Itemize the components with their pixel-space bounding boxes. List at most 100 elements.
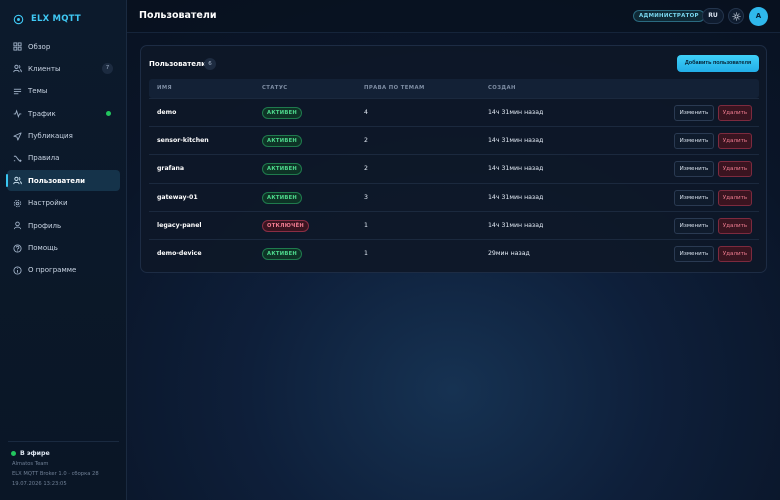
delete-user-button[interactable]: Удалить — [718, 189, 752, 206]
users-table: ИМЯ СТАТУС ПРАВА ПО ТЕМАМ СОЗДАН demo АК… — [149, 79, 759, 267]
gear-icon — [13, 199, 22, 207]
logo-icon — [13, 14, 24, 24]
theme-toggle-button[interactable] — [728, 8, 744, 24]
table-row: sensor-kitchen АКТИВЕН 2 14ч 31мин назад… — [149, 126, 759, 154]
brand[interactable]: ELX MQTT — [0, 0, 126, 38]
traffic-live-dot — [106, 111, 111, 117]
table-header: ИМЯ СТАТУС ПРАВА ПО ТЕМАМ СОЗДАН — [149, 79, 759, 98]
topbar: Пользователи АДМИНИСТРАТОР RU A — [127, 0, 780, 33]
table-row: demo-device АКТИВЕН 1 29мин назад Измени… — [149, 238, 759, 267]
sidebar-item-about[interactable]: О программе — [7, 260, 120, 281]
footer-team: Almatos Team — [12, 461, 49, 467]
grid-icon — [13, 42, 22, 51]
sidebar-item-label: Пользователи — [28, 176, 86, 185]
clients-count-badge: 7 — [102, 63, 113, 75]
created-time: 14ч 31мин назад — [488, 221, 544, 229]
user-icon — [13, 221, 22, 230]
delete-user-button[interactable]: Удалить — [718, 245, 752, 262]
sidebar-item-label: Публикация — [28, 132, 73, 141]
delete-user-button[interactable]: Удалить — [718, 161, 752, 178]
delete-user-button[interactable]: Удалить — [718, 105, 752, 121]
edit-user-button[interactable]: Изменить — [674, 161, 714, 178]
table-row: demo АКТИВЕН 4 14ч 31мин назад Изменить … — [149, 98, 759, 126]
created-time: 14ч 31мин назад — [488, 137, 544, 145]
delete-user-button[interactable]: Удалить — [718, 217, 752, 234]
brand-name: ELX MQTT — [31, 14, 81, 24]
edit-user-button[interactable]: Изменить — [674, 189, 714, 206]
created-time: 14ч 31мин назад — [488, 109, 544, 116]
sidebar-item-traffic[interactable]: Трафик — [7, 103, 120, 124]
topic-permissions-count: 4 — [364, 109, 368, 116]
send-icon — [13, 132, 22, 141]
users-card: Пользователи 6 Добавить пользователя ИМЯ… — [140, 45, 767, 273]
status-badge: АКТИВЕН — [262, 191, 303, 204]
list-icon — [13, 88, 22, 94]
user-name: gateway-01 — [157, 193, 198, 201]
column-header-created: СОЗДАН — [488, 85, 516, 91]
avatar[interactable]: A — [749, 7, 768, 26]
user-name: demo — [157, 109, 177, 116]
user-name: legacy-panel — [157, 221, 202, 229]
sidebar: ELX MQTT Обзор Клиенты 7 Темы Трафик Пуб… — [0, 0, 127, 500]
status-badge: АКТИВЕН — [262, 163, 303, 176]
table-row: gateway-01 АКТИВЕН 3 14ч 31мин назад Изм… — [149, 182, 759, 211]
live-status-label: В эфире — [20, 450, 50, 457]
sidebar-item-help[interactable]: Помощь — [7, 238, 120, 259]
created-time: 14ч 31мин назад — [488, 165, 544, 173]
edit-user-button[interactable]: Изменить — [674, 105, 714, 121]
created-time: 14ч 31мин назад — [488, 193, 544, 201]
sidebar-item-topics[interactable]: Темы — [7, 81, 120, 102]
topic-permissions-count: 2 — [364, 165, 368, 173]
sidebar-item-rules[interactable]: Правила — [7, 148, 120, 169]
users-icon — [13, 177, 22, 185]
users-icon — [13, 65, 22, 73]
sidebar-item-publish[interactable]: Публикация — [7, 126, 120, 147]
sidebar-item-label: Помощь — [28, 244, 58, 253]
created-time: 29мин назад — [488, 249, 530, 257]
delete-user-button[interactable]: Удалить — [718, 133, 752, 150]
edit-user-button[interactable]: Изменить — [674, 245, 714, 262]
topic-permissions-count: 3 — [364, 193, 368, 201]
sidebar-item-label: Обзор — [28, 42, 51, 51]
sidebar-item-profile[interactable]: Профиль — [7, 215, 120, 236]
live-status: В эфире — [11, 450, 119, 457]
sidebar-item-users[interactable]: Пользователи — [6, 170, 120, 192]
sidebar-item-clients[interactable]: Клиенты 7 — [7, 58, 120, 79]
sun-icon — [732, 12, 740, 21]
shuffle-icon — [13, 155, 22, 163]
sidebar-item-label: Клиенты — [28, 64, 61, 73]
status-badge: ОТКЛЮЧЁН — [262, 219, 310, 232]
user-name: sensor-kitchen — [157, 137, 209, 145]
sidebar-item-label: Правила — [28, 154, 60, 163]
column-header-name: ИМЯ — [157, 85, 172, 91]
user-name: grafana — [157, 165, 185, 173]
edit-user-button[interactable]: Изменить — [674, 217, 714, 234]
status-badge: АКТИВЕН — [262, 135, 303, 148]
topic-permissions-count: 1 — [364, 221, 368, 229]
topic-permissions-count: 2 — [364, 137, 368, 145]
table-row: legacy-panel ОТКЛЮЧЁН 1 14ч 31мин назад … — [149, 210, 759, 239]
help-icon — [13, 243, 22, 253]
language-button[interactable]: RU — [702, 8, 724, 24]
sidebar-nav: Обзор Клиенты 7 Темы Трафик Публикация П… — [0, 36, 127, 282]
column-header-permissions: ПРАВА ПО ТЕМАМ — [364, 85, 425, 91]
sidebar-footer: В эфире Almatos Team ELX MQTT Broker 1.0… — [8, 441, 119, 487]
sidebar-item-label: Настройки — [28, 199, 68, 208]
status-badge: АКТИВЕН — [262, 247, 303, 260]
users-card-title: Пользователи — [149, 60, 207, 68]
user-name: demo-device — [157, 249, 202, 257]
sidebar-item-label: Трафик — [28, 109, 56, 118]
sidebar-item-label: Темы — [28, 87, 48, 96]
column-header-status: СТАТУС — [262, 85, 288, 91]
add-user-button[interactable]: Добавить пользователя — [677, 55, 759, 72]
edit-user-button[interactable]: Изменить — [674, 133, 714, 150]
table-row: grafana АКТИВЕН 2 14ч 31мин назад Измени… — [149, 154, 759, 182]
users-count-badge: 6 — [204, 58, 216, 70]
activity-icon — [13, 109, 22, 119]
sidebar-item-label: О программе — [28, 266, 77, 275]
sidebar-item-label: Профиль — [28, 221, 62, 230]
sidebar-item-overview[interactable]: Обзор — [7, 36, 120, 57]
sidebar-item-settings[interactable]: Настройки — [7, 193, 120, 214]
info-icon — [13, 266, 22, 275]
footer-datetime: 19.07.2026 13:23:05 — [12, 481, 67, 487]
